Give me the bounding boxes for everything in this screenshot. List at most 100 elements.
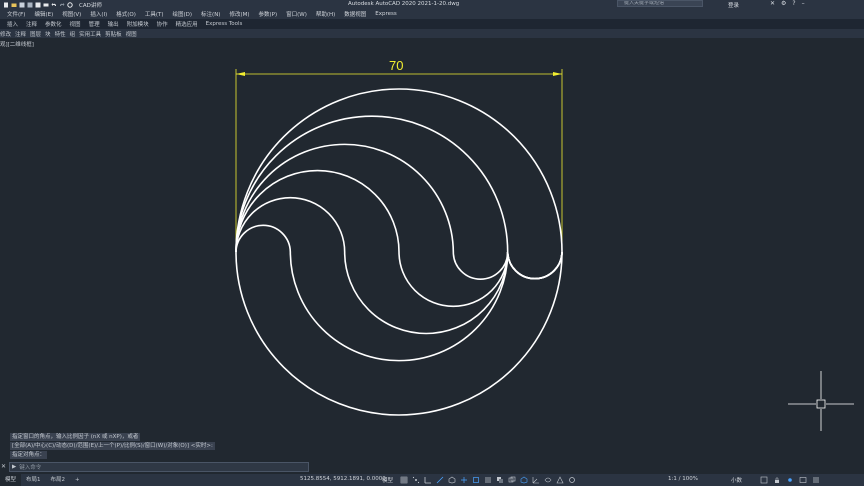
panel-view[interactable]: 视图: [126, 30, 137, 38]
coordinate-readout[interactable]: 5125.8554, 5912.1891, 0.0000: [300, 476, 386, 482]
menu-tools[interactable]: 工具(T): [145, 10, 164, 18]
add-layout-button[interactable]: +: [70, 474, 85, 486]
snap-icon[interactable]: [412, 476, 420, 484]
tab-layout2[interactable]: 布局2: [46, 474, 71, 486]
panel-block[interactable]: 块: [45, 30, 51, 38]
wave-curve-3[interactable]: [235, 169, 563, 308]
command-history-line: [全部(A)/中心(C)/动态(D)/范围(E)/上一个(P)/比例(S)/窗口…: [10, 442, 215, 450]
minimize-icon[interactable]: –: [802, 0, 805, 7]
panel-layers[interactable]: 图层: [30, 30, 41, 38]
tab-model[interactable]: 模型: [0, 474, 22, 486]
menu-express[interactable]: Express: [375, 11, 396, 17]
annotation-scale-icon[interactable]: [556, 476, 564, 484]
help-icon[interactable]: ?: [792, 0, 795, 7]
command-history: 指定窗口的角点，输入比例因子 (nX 或 nXP)，或者 [全部(A)/中心(C…: [10, 433, 490, 460]
3d-osnap-icon[interactable]: [520, 476, 528, 484]
model-space-button[interactable]: 模型: [382, 476, 393, 484]
command-history-line: 指定窗口的角点，输入比例因子 (nX 或 nXP)，或者: [10, 433, 141, 441]
tab-manage[interactable]: 管理: [89, 20, 100, 28]
quick-access-toolbar: CAD讲师: [0, 1, 102, 9]
tab-parametric[interactable]: 参数化: [45, 20, 62, 28]
open-file-icon[interactable]: [11, 2, 17, 8]
object-snap-tracking-icon[interactable]: [460, 476, 468, 484]
drafting-aids: [400, 476, 576, 484]
ribbon-panel-bar: 修改 注释 图层 块 特性 组 实用工具 剪贴板 视图: [0, 29, 864, 38]
save-as-icon[interactable]: [27, 2, 33, 8]
menu-insert[interactable]: 插入(I): [90, 10, 107, 18]
annotation-scale[interactable]: 1:1 / 100%: [668, 476, 698, 482]
annotation-visibility-icon[interactable]: [544, 476, 552, 484]
menu-window[interactable]: 窗口(W): [286, 10, 307, 18]
crosshair-cursor: [788, 371, 854, 431]
workspace-switching-icon[interactable]: [568, 476, 576, 484]
window-title: Autodesk AutoCAD 2020 2021-1-20.dwg: [348, 1, 460, 7]
units-selector[interactable]: 小数: [731, 476, 742, 484]
tab-collaborate[interactable]: 协作: [157, 20, 168, 28]
wave-curve-2[interactable]: [235, 196, 563, 335]
tab-featured-apps[interactable]: 精选应用: [176, 20, 198, 28]
login-link[interactable]: 登录: [728, 1, 739, 9]
customization-menu-icon[interactable]: [812, 476, 820, 484]
isolate-objects-icon[interactable]: [786, 476, 794, 484]
grid-icon[interactable]: [400, 476, 408, 484]
command-placeholder: 键入命令: [19, 465, 42, 471]
panel-groups[interactable]: 组: [70, 30, 76, 38]
workspace-selector[interactable]: CAD讲师: [79, 1, 102, 9]
connect-icon[interactable]: ⚙: [781, 0, 786, 7]
tab-addins[interactable]: 附加模块: [127, 20, 149, 28]
isodraft-icon[interactable]: [448, 476, 456, 484]
menu-help[interactable]: 帮助(H): [316, 10, 335, 18]
drawing-canvas[interactable]: [0, 48, 864, 431]
save-icon[interactable]: [19, 2, 25, 8]
close-command-line-icon[interactable]: ✕: [1, 463, 6, 470]
clean-screen-icon[interactable]: [799, 476, 807, 484]
menu-view[interactable]: 视图(V): [62, 10, 81, 18]
ribbon-tabs: 插入 注释 参数化 视图 管理 输出 附加模块 协作 精选应用 Express …: [0, 19, 864, 29]
tab-insert[interactable]: 插入: [7, 20, 18, 28]
panel-clipboard[interactable]: 剪贴板: [105, 30, 122, 38]
undo-icon[interactable]: [51, 2, 57, 8]
yin-yang-curves[interactable]: [235, 88, 563, 416]
quick-properties-icon[interactable]: [760, 476, 768, 484]
menu-parametric[interactable]: 参数(P): [259, 10, 278, 18]
exchange-icon[interactable]: ✕: [770, 0, 775, 7]
tab-annotate[interactable]: 注释: [26, 20, 37, 28]
menu-bar: 文件(F) 编辑(E) 视图(V) 插入(I) 格式(O) 工具(T) 绘图(D…: [0, 9, 864, 19]
status-right-tools: [760, 476, 820, 484]
file-tab-strip: [0, 38, 864, 48]
tab-view[interactable]: 视图: [70, 20, 81, 28]
command-input[interactable]: ▶ 键入命令: [9, 462, 309, 472]
new-file-icon[interactable]: [3, 2, 9, 8]
plot-icon[interactable]: [43, 2, 49, 8]
object-snap-icon[interactable]: [472, 476, 480, 484]
web-save-icon[interactable]: [35, 2, 41, 8]
menu-draw[interactable]: 绘图(D): [173, 10, 193, 18]
workspace-gear-icon[interactable]: [67, 1, 73, 8]
dynamic-ucs-icon[interactable]: [532, 476, 540, 484]
transparency-icon[interactable]: [496, 476, 504, 484]
lineweight-icon[interactable]: [484, 476, 492, 484]
redo-icon[interactable]: [59, 2, 65, 8]
panel-annotate[interactable]: 注释: [15, 30, 26, 38]
lock-ui-icon[interactable]: [773, 476, 781, 484]
dimension[interactable]: [235, 69, 563, 252]
panel-utilities[interactable]: 实用工具: [79, 30, 101, 38]
tab-layout1[interactable]: 布局1: [21, 474, 46, 486]
menu-data-view[interactable]: 数据视图: [344, 10, 366, 18]
dimension-value[interactable]: 70: [389, 58, 403, 73]
selection-cycling-icon[interactable]: [508, 476, 516, 484]
menu-file[interactable]: 文件(F): [7, 10, 25, 18]
panel-properties[interactable]: 特性: [55, 30, 66, 38]
menu-edit[interactable]: 编辑(E): [34, 10, 53, 18]
menu-dimension[interactable]: 标注(N): [201, 10, 220, 18]
tab-output[interactable]: 输出: [108, 20, 119, 28]
menu-format[interactable]: 格式(O): [116, 10, 136, 18]
menu-modify[interactable]: 修改(M): [229, 10, 249, 18]
panel-modify[interactable]: 修改: [0, 30, 11, 38]
polar-tracking-icon[interactable]: [436, 476, 444, 484]
search-input[interactable]: 键入关键字或短语: [617, 0, 703, 7]
viewport-controls[interactable]: 观][二维线框]: [0, 40, 34, 48]
ortho-icon[interactable]: [424, 476, 432, 484]
tab-express-tools[interactable]: Express Tools: [206, 21, 243, 27]
dimension-arrow-left: [236, 72, 245, 76]
